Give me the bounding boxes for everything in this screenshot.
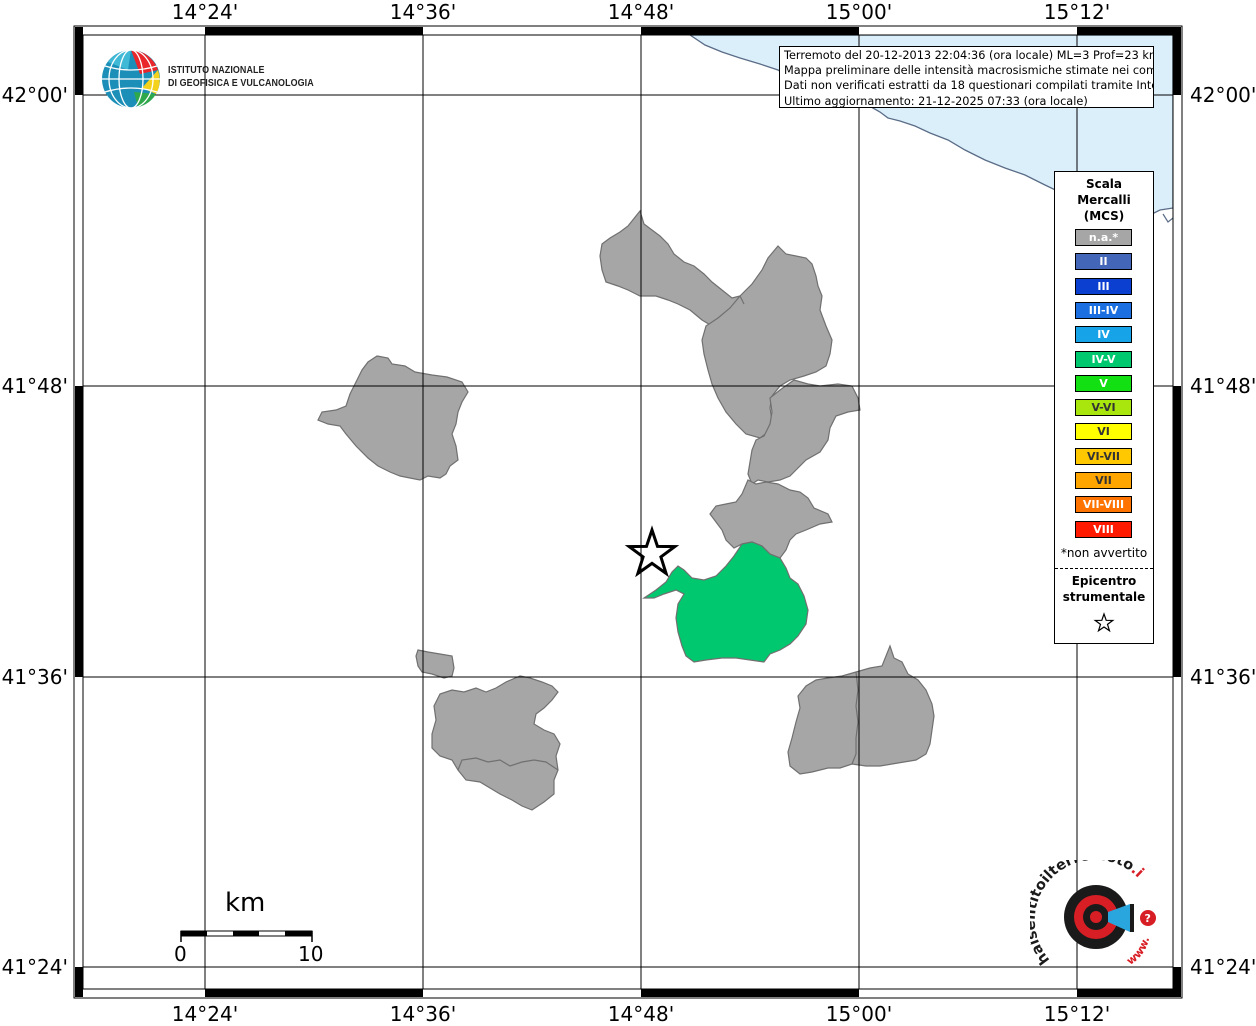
scale-zero-label: 0 [174, 942, 187, 966]
ingv-logo: ISTITUTO NAZIONALE DI GEOFISICA E VULCAN… [100, 46, 320, 110]
legend-item-v: V [1075, 374, 1132, 392]
legend-item-vi: VI [1075, 423, 1132, 441]
tick-right-4: 41°24' [1190, 955, 1256, 979]
logo-question-mark: ? [1145, 912, 1151, 925]
ingv-name: ISTITUTO NAZIONALE DI GEOFISICA E VULCAN… [168, 64, 314, 90]
legend-item-vii-viii: VII-VIII [1075, 496, 1132, 514]
legend-item-v-vi: V-VI [1075, 399, 1132, 417]
legend-item-iv-v: IV-V [1075, 350, 1132, 368]
tick-right-2: 41°48' [1190, 374, 1256, 398]
tick-left-3: 41°36' [1, 665, 68, 689]
logo-www-text: www. [1124, 936, 1152, 968]
legend-item-n-a: n.a.* [1075, 229, 1132, 246]
intensity-legend: Scala Mercalli (MCS) n.a.* II III III-IV IV I… [1054, 171, 1154, 644]
municipalities-not-available [317, 209, 935, 811]
event-info-line-2: Mappa preliminare delle intensità macros… [784, 64, 1154, 78]
tick-top-1: 14°24' [171, 0, 239, 24]
tick-bottom-1: 14°24' [171, 1002, 239, 1026]
legend-item-iv: IV [1075, 326, 1132, 344]
tick-right-1: 42°00' [1190, 83, 1256, 107]
legend-item-vi-vii: VI-VII [1075, 447, 1132, 465]
legend-title-line-3: (MCS) [1083, 209, 1125, 223]
haisentito-logo: ? haisentitoilterremoto.it www. [1023, 848, 1170, 980]
coast-islet [1162, 213, 1173, 223]
tick-bottom-2: 14°36' [389, 1002, 457, 1026]
legend-separator [1055, 568, 1153, 569]
municipality-islet-sw [415, 649, 455, 679]
municipality-west [317, 355, 469, 481]
ingv-name-line2: DI GEOFISICA E VULCANOLOGIA [168, 77, 314, 89]
legend-epicenter-line-1: Epicentro [1071, 574, 1137, 588]
scale-bar: km 0 10 [170, 885, 330, 970]
globe-icon [102, 49, 160, 109]
ingv-name-line1: ISTITUTO NAZIONALE [168, 64, 265, 76]
legend-item-iii-iv: III-IV [1075, 301, 1132, 319]
tick-top-3: 14°48' [607, 0, 675, 24]
municipality-southwest [431, 675, 561, 811]
tick-top-5: 15°12' [1043, 0, 1111, 24]
tick-right-3: 41°36' [1190, 665, 1256, 689]
tick-left-2: 41°48' [1, 374, 68, 398]
event-info-line-3: Dati non verificati estratti da 18 quest… [784, 79, 1154, 93]
tick-bottom-4: 15°00' [825, 1002, 893, 1026]
legend-title-line-2: Mercalli [1077, 193, 1131, 207]
tick-top-4: 15°00' [825, 0, 893, 24]
legend-star-icon [1093, 612, 1115, 633]
municipality-intensity-iv-v [642, 541, 809, 663]
municipality-central [709, 479, 833, 559]
logo-text-www: www. [1124, 936, 1152, 968]
legend-title: Scala Mercalli (MCS) [1055, 176, 1153, 224]
legend-epicenter-line-2: strumentale [1062, 590, 1146, 604]
event-info-line-1: Terremoto del 20-12-2013 22:04:36 (ora l… [784, 49, 1154, 62]
legend-note: *non avvertito [1060, 546, 1148, 560]
legend-epicenter-label: Epicentro strumentale [1055, 573, 1153, 605]
tick-left-1: 42°00' [1, 83, 68, 107]
legend-item-ii: II [1075, 253, 1132, 271]
legend-item-vii: VII [1075, 472, 1132, 489]
scale-unit: km [225, 888, 266, 918]
epicenter-star-icon [624, 525, 680, 578]
seismograph-logo-icon: ? haisentitoilterremoto.it www. [1023, 848, 1156, 968]
tick-bottom-3: 14°48' [607, 1002, 675, 1026]
legend-item-iii: III [1075, 277, 1132, 295]
tick-left-4: 41°24' [1, 955, 68, 979]
graticule [83, 35, 1173, 989]
municipality-southeast [787, 644, 935, 775]
tick-bottom-5: 15°12' [1043, 1002, 1111, 1026]
event-info-line-4: Ultimo aggiornamento: 21-12-2025 07:33 (… [784, 94, 1088, 108]
municipality-north [599, 209, 745, 327]
tick-top-2: 14°36' [389, 0, 457, 24]
legend-item-viii: VIII [1075, 520, 1132, 538]
legend-title-line-1: Scala [1085, 177, 1123, 191]
event-info-box: Terremoto del 20-12-2013 22:04:36 (ora l… [779, 46, 1154, 108]
scale-max-label: 10 [298, 942, 324, 966]
